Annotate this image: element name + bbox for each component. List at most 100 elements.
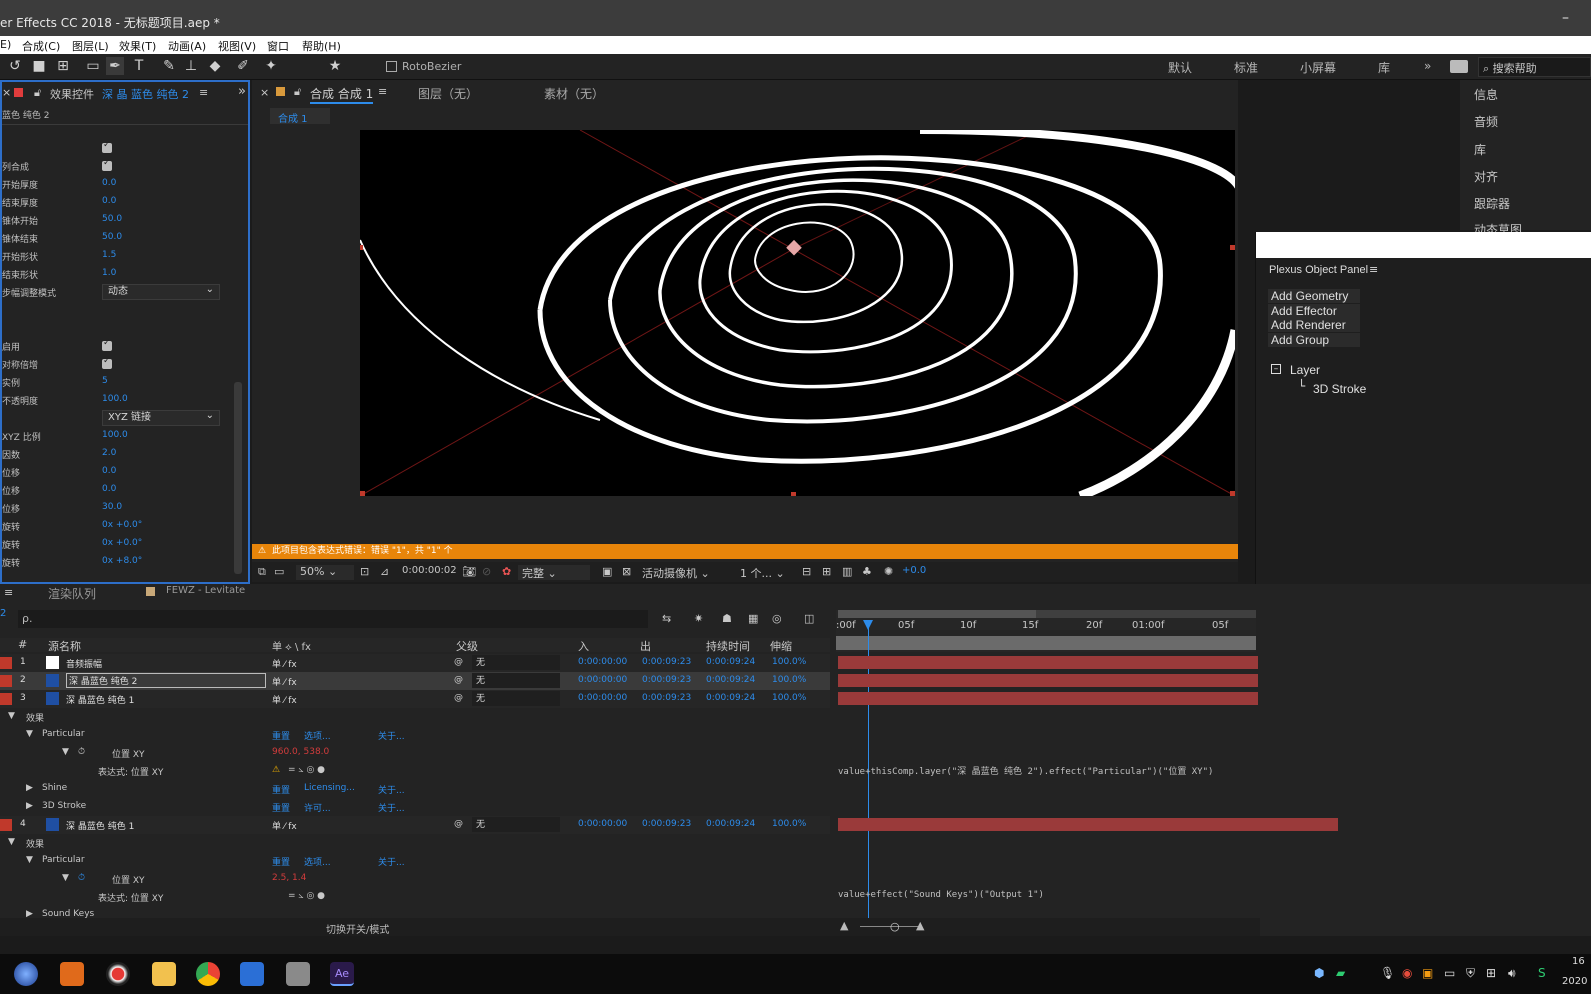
effect-property-value[interactable]: 50.0 (102, 214, 122, 224)
workspace-library[interactable]: 库 (1378, 59, 1390, 76)
layer-row[interactable]: 1 音频振幅 单 ⁄ fx @ 无 0:00:00:00 0:00:09:23 0:00:09… (0, 654, 830, 672)
quality-dropdown[interactable]: 完整 ⌄ (518, 565, 590, 580)
effect-dropdown[interactable]: 动态 (102, 283, 220, 300)
tray-orange-icon[interactable]: ▣ (1422, 966, 1433, 980)
comp-close-icon[interactable]: × (260, 86, 269, 99)
plexus-menu-icon[interactable]: ≡ (1369, 263, 1378, 276)
parent-pickwhip-icon[interactable]: @ (454, 693, 463, 703)
record-app-icon[interactable] (106, 962, 130, 986)
effect-property-value[interactable]: 0x +0.0° (102, 520, 142, 530)
comp-lock-icon[interactable]: 🔓︎ (294, 85, 301, 99)
network-icon[interactable]: ⊞ (1486, 966, 1496, 980)
effect-reset-link[interactable]: 重置 (272, 855, 290, 868)
effect-property-value[interactable]: 1.0 (102, 268, 116, 278)
clone-stamp-tool-icon[interactable]: ⊥ (182, 57, 200, 75)
zoom-dropdown[interactable]: 50% ⌄ (296, 565, 354, 580)
minimize-button[interactable]: – (1562, 10, 1569, 26)
layer-stretch[interactable]: 100.0% (772, 675, 806, 685)
toggle-switches-modes-button[interactable]: 切换开关/模式 (326, 921, 389, 936)
layer-stretch[interactable]: 100.0% (772, 819, 806, 829)
collapse-tree-icon[interactable]: – (1271, 364, 1281, 374)
layer-name[interactable]: 音频振幅 (66, 657, 102, 670)
exposure-value[interactable]: +0.0 (902, 565, 926, 576)
twirl-down-icon[interactable]: ▼ (62, 747, 69, 757)
motion-blur-icon[interactable]: ◎ (772, 612, 782, 625)
fewz-levitate-tab[interactable]: FEWZ - Levitate (166, 585, 245, 596)
add-effector-button[interactable]: Add Effector (1268, 304, 1360, 318)
layer-name[interactable]: 深 晶蓝色 纯色 1 (66, 819, 134, 832)
after-effects-icon[interactable]: Ae (330, 962, 354, 986)
sync-settings-icon[interactable] (1450, 60, 1468, 73)
twirl-down-icon[interactable]: ▼ (8, 711, 15, 721)
comp-mini-flowchart-icon[interactable]: ⇆ (662, 612, 671, 625)
effect-property-value[interactable]: 0x +0.0° (102, 538, 142, 548)
current-time[interactable]: 0:00:00:02 (402, 565, 457, 576)
menu-view[interactable]: 视图(V) (218, 38, 256, 54)
effect-property-value[interactable]: 2.0 (102, 448, 116, 458)
layer-out-time[interactable]: 0:00:09:23 (642, 657, 691, 667)
layer-in-time[interactable]: 0:00:00:00 (578, 657, 627, 667)
effect-property-value[interactable]: 30.0 (102, 502, 122, 512)
expression-controls-icon[interactable]: = ⦣ ◎ ● (288, 891, 325, 901)
add-renderer-button[interactable]: Add Renderer (1268, 318, 1360, 332)
layer-duration[interactable]: 0:00:09:24 (706, 819, 755, 829)
effect-checkbox[interactable] (102, 356, 112, 369)
always-preview-icon[interactable]: ⧉ (258, 565, 266, 579)
stopwatch-icon[interactable]: ⏱︎ (78, 873, 85, 883)
workspace-default[interactable]: 默认 (1168, 59, 1192, 76)
pen-tool-icon[interactable]: ✒ (106, 57, 124, 75)
expression-controls-icon[interactable]: = ⦣ ◎ ● (288, 765, 325, 775)
rotobezier-checkbox[interactable] (386, 61, 397, 72)
layer-duration-bar[interactable] (838, 656, 1258, 669)
layer-name[interactable]: 深 晶蓝色 纯色 1 (66, 693, 134, 706)
views-dropdown[interactable]: 1 个... ⌄ (736, 565, 792, 580)
layer-stretch[interactable]: 100.0% (772, 693, 806, 703)
stopwatch-icon[interactable]: ⏱︎ (78, 747, 85, 757)
effect-options-link[interactable]: 选项... (304, 855, 331, 868)
star-icon[interactable]: ★ (326, 57, 344, 75)
nvidia-icon[interactable]: ▰ (1336, 966, 1345, 980)
add-group-button[interactable]: Add Group (1268, 333, 1360, 347)
expression-warning-bar[interactable]: ⚠ 此项目包含表达式错误：错误 "1"，共 "1" 个 (252, 544, 1238, 559)
effect-property-value[interactable]: 50.0 (102, 232, 122, 242)
app-window-icon[interactable] (286, 962, 310, 986)
panel-expand-icon[interactable]: » (238, 84, 246, 99)
chrome-icon[interactable] (196, 962, 220, 986)
channel-icon[interactable]: ✿ (502, 565, 511, 578)
layer-in-time[interactable]: 0:00:00:00 (578, 675, 627, 685)
layer-duration[interactable]: 0:00:09:24 (706, 675, 755, 685)
tab-layer[interactable]: 图层（无） (418, 85, 478, 102)
composition-viewer[interactable] (360, 130, 1235, 496)
twirl-down-icon[interactable]: ▼ (8, 837, 15, 847)
plexus-tree-3d-stroke[interactable]: 3D Stroke (1313, 382, 1366, 396)
tracker-panel-tab[interactable]: 跟踪器 (1474, 195, 1510, 212)
plexus-tree-layer[interactable]: Layer (1290, 363, 1320, 377)
layer-in-time[interactable]: 0:00:00:00 (578, 819, 627, 829)
graph-editor-icon[interactable]: ◫ (804, 612, 814, 625)
record-tray-icon[interactable]: ◉ (1402, 966, 1412, 980)
timeline-search-input[interactable]: ρ. (18, 610, 648, 628)
layer-duration[interactable]: 0:00:09:24 (706, 693, 755, 703)
parent-dropdown[interactable]: 无 (472, 691, 560, 706)
twirl-down-icon[interactable]: ▼ (26, 855, 33, 865)
lock-icon[interactable]: 🔓︎ (34, 86, 41, 100)
workspace-standard[interactable]: 标准 (1234, 59, 1258, 76)
layer-stretch[interactable]: 100.0% (772, 657, 806, 667)
parent-dropdown[interactable]: 无 (472, 655, 560, 670)
layer-row[interactable]: 2 深 晶蓝色 纯色 2 单 ⁄ fx @ 无 0:00:00:00 0:00:09:23 0… (0, 672, 830, 690)
effect-licensing-link[interactable]: Licensing... (304, 783, 355, 793)
layer-switches[interactable]: 单 ⁄ fx (272, 693, 297, 706)
effect-about-link[interactable]: 关于... (378, 855, 405, 868)
fast-previews-icon[interactable]: ⊞ (822, 565, 831, 578)
flowchart-icon[interactable]: ♣ (862, 565, 872, 578)
position-value[interactable]: 2.5, 1.4 (272, 873, 306, 883)
twirl-right-icon[interactable]: ▶ (26, 783, 33, 793)
effect-dropdown[interactable]: XYZ 链接 (102, 409, 220, 426)
layer-out-time[interactable]: 0:00:09:23 (642, 693, 691, 703)
zoom-slider-knob[interactable]: ○ (890, 920, 900, 933)
effect-controls-tab[interactable]: × 🔓︎ 效果控件 深 晶 蓝色 纯色 2 ≡ » (2, 82, 248, 104)
app-x-icon[interactable] (60, 962, 84, 986)
effect-license-link[interactable]: 许可... (304, 801, 331, 814)
effect-reset-link[interactable]: 重置 (272, 801, 290, 814)
toggle-pixel-aspect-icon[interactable]: ⊟ (802, 565, 811, 578)
